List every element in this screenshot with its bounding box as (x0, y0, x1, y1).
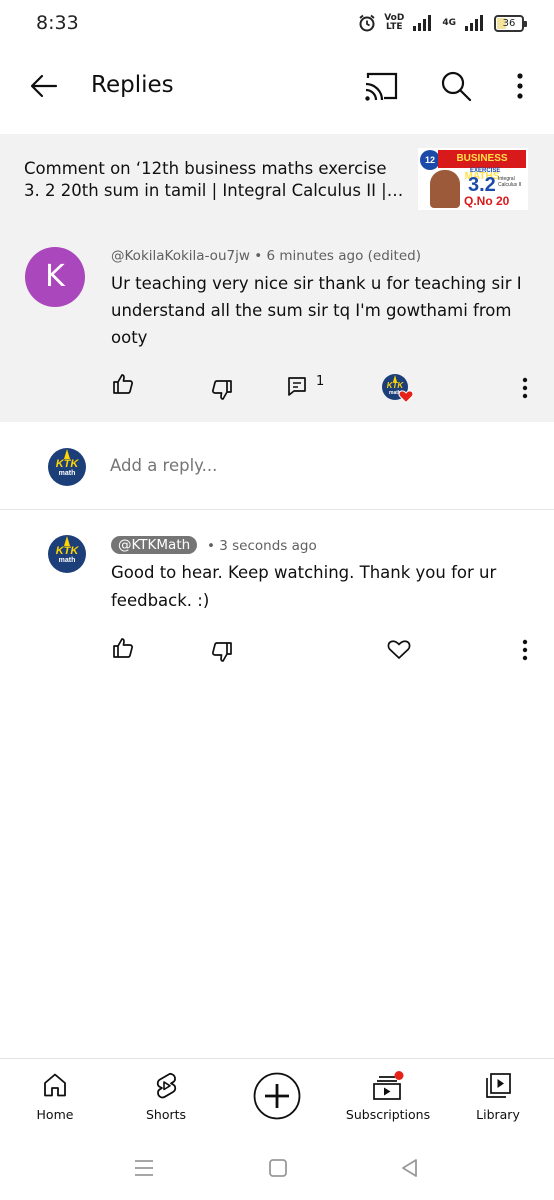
nav-subscriptions[interactable]: Subscriptions (342, 1059, 434, 1137)
volte-indicator: VoD LTE (384, 14, 404, 32)
create-plus-icon (253, 1072, 301, 1120)
comment-more-icon[interactable] (515, 376, 535, 400)
dislike-icon[interactable] (210, 640, 234, 664)
thumbnail-question: Q.No 20 (464, 194, 510, 208)
ktk-avatar-line1: KTK (55, 458, 79, 470)
video-context-line1: Comment on ‘12th business maths exercise (24, 159, 387, 178)
dislike-icon[interactable] (210, 378, 234, 402)
bottom-nav: Home Shorts Subscriptions Library (0, 1058, 554, 1136)
shorts-icon (156, 1072, 177, 1099)
cast-icon[interactable] (362, 70, 400, 104)
home-button-icon[interactable] (266, 1156, 290, 1180)
comment-text: Ur teaching very nice sir thank u for te… (111, 274, 522, 347)
reply-author-handle[interactable]: @KTKMath (111, 536, 198, 554)
notification-dot (394, 1071, 404, 1080)
nav-library[interactable]: Library (458, 1059, 538, 1137)
like-icon[interactable] (111, 372, 135, 396)
reply-comment: KTK math @KTKMath • 3 seconds ago Good t… (0, 511, 554, 681)
comment-timestamp: • 6 minutes ago (edited) (254, 248, 421, 264)
video-context-text: Comment on ‘12th business maths exercise… (24, 158, 404, 202)
nav-library-label: Library (476, 1107, 520, 1122)
network-type: 4G (442, 18, 456, 28)
add-reply-row: KTK math (0, 422, 554, 510)
page-title: Replies (91, 72, 174, 98)
nav-home-label: Home (36, 1107, 74, 1122)
avatar[interactable]: K (25, 247, 85, 307)
status-icons: VoD LTE 4G 36 (358, 14, 527, 32)
reply-text: Good to hear. Keep watching. Thank you f… (111, 563, 497, 610)
more-vertical-icon[interactable] (508, 68, 532, 104)
status-bar: 8:33 VoD LTE 4G 36 (0, 0, 554, 50)
video-thumbnail[interactable]: 12 BUSINESS MATHS EXERCISE 3.2 Integral … (418, 148, 528, 210)
thumbnail-grade-badge: 12 (420, 150, 440, 170)
reply-more-icon[interactable] (515, 638, 535, 662)
nav-create[interactable] (237, 1059, 317, 1137)
thumbnail-presenter (430, 170, 460, 208)
nav-home[interactable]: Home (15, 1059, 95, 1137)
ktk-avatar-line2: math (58, 557, 76, 564)
comment-author[interactable]: @KokilaKokila-ou7jw (111, 248, 250, 264)
add-reply-input[interactable] (110, 456, 490, 475)
alarm-icon (359, 14, 375, 32)
signal-icon (413, 15, 432, 31)
comment-meta: @KokilaKokila-ou7jw • 6 minutes ago (edi… (111, 248, 421, 264)
thumbnail-banner: BUSINESS MATHS (438, 150, 526, 182)
video-context-line2: 3. 2 20th sum in tamil | Integral Calcul… (24, 181, 404, 200)
battery-icon: 36 (494, 14, 527, 32)
thumbnail-side-text: Integral Calculus II (498, 176, 522, 188)
ktk-avatar-line2: math (58, 470, 76, 477)
heart-icon (398, 390, 414, 404)
system-back-icon[interactable] (397, 1156, 421, 1180)
heart-outline-icon[interactable] (386, 637, 412, 661)
nav-subscriptions-label: Subscriptions (345, 1107, 431, 1122)
back-arrow-icon[interactable] (26, 68, 62, 104)
reply-count: 1 (316, 374, 325, 389)
subscriptions-icon (373, 1071, 404, 1100)
parent-comment: K @KokilaKokila-ou7jw • 6 minutes ago (e… (0, 222, 554, 422)
nav-shorts[interactable]: Shorts (126, 1059, 206, 1137)
signal-2-icon (465, 15, 483, 31)
battery-level: 36 (502, 17, 516, 29)
thumbnail-exercise-number: 3.2 (468, 174, 496, 196)
reply-timestamp: • 3 seconds ago (207, 538, 317, 554)
volte-label-bottom: LTE (386, 22, 403, 32)
creator-heart: KTK math (382, 374, 414, 404)
video-context[interactable]: Comment on ‘12th business maths exercise… (0, 134, 554, 222)
status-time: 8:33 (36, 12, 79, 34)
library-icon (486, 1073, 511, 1098)
my-avatar: KTK math (48, 448, 86, 486)
app-header: Replies (0, 50, 554, 134)
reply-avatar[interactable]: KTK math (48, 535, 86, 573)
ktk-avatar-line1: KTK (55, 545, 79, 557)
reply-icon[interactable] (286, 375, 308, 397)
home-icon (44, 1073, 66, 1097)
recent-apps-icon[interactable] (132, 1156, 156, 1180)
nav-shorts-label: Shorts (145, 1107, 187, 1122)
system-nav (0, 1136, 554, 1200)
search-icon[interactable] (438, 68, 474, 104)
like-icon[interactable] (111, 636, 135, 660)
